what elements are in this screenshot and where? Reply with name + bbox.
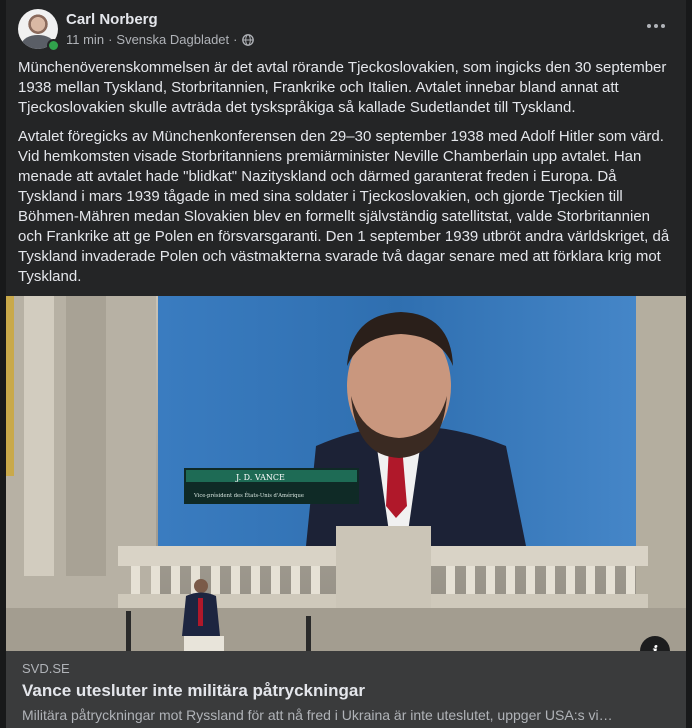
- post-paragraph: Münchenöverenskommelsen är det avtal rör…: [18, 59, 667, 116]
- post-card: Carl Norberg 11 min · Svenska Dagbladet …: [6, 0, 686, 728]
- post-header: Carl Norberg 11 min · Svenska Dagbladet …: [6, 0, 686, 56]
- more-options-button[interactable]: [642, 14, 670, 38]
- more-dot: [661, 24, 665, 28]
- nameplate-subtitle: Vice-président des États-Unis d'Amérique: [193, 491, 304, 499]
- link-description: Militära påtryckningar mot Ryssland för …: [22, 707, 613, 723]
- link-preview[interactable]: SVD.SE Vance utesluter inte militära påt…: [6, 651, 686, 728]
- meta-separator: ·: [233, 32, 238, 47]
- post-paragraph: Avtalet föregicks av Münchenkonferensen …: [18, 128, 670, 285]
- post-body: Münchenöverenskommelsen är det avtal rör…: [18, 58, 674, 296]
- link-preview-image[interactable]: J. D. VANCE Vice-président des États-Uni…: [6, 296, 686, 651]
- nameplate-title: J. D. VANCE: [235, 473, 285, 482]
- link-title[interactable]: Vance utesluter inte militära påtrycknin…: [22, 681, 365, 701]
- online-status-dot: [47, 39, 60, 52]
- post-time[interactable]: 11 min: [66, 32, 104, 47]
- meta-separator: ·: [108, 32, 113, 47]
- more-dot: [654, 24, 658, 28]
- link-domain: SVD.SE: [22, 661, 70, 676]
- post-source[interactable]: Svenska Dagbladet: [116, 32, 229, 47]
- event-photo: J. D. VANCE Vice-président des États-Uni…: [6, 296, 686, 651]
- author-name[interactable]: Carl Norberg: [66, 11, 158, 28]
- globe-icon[interactable]: [241, 33, 254, 46]
- more-dot: [647, 24, 651, 28]
- post-meta: 11 min · Svenska Dagbladet ·: [66, 32, 254, 47]
